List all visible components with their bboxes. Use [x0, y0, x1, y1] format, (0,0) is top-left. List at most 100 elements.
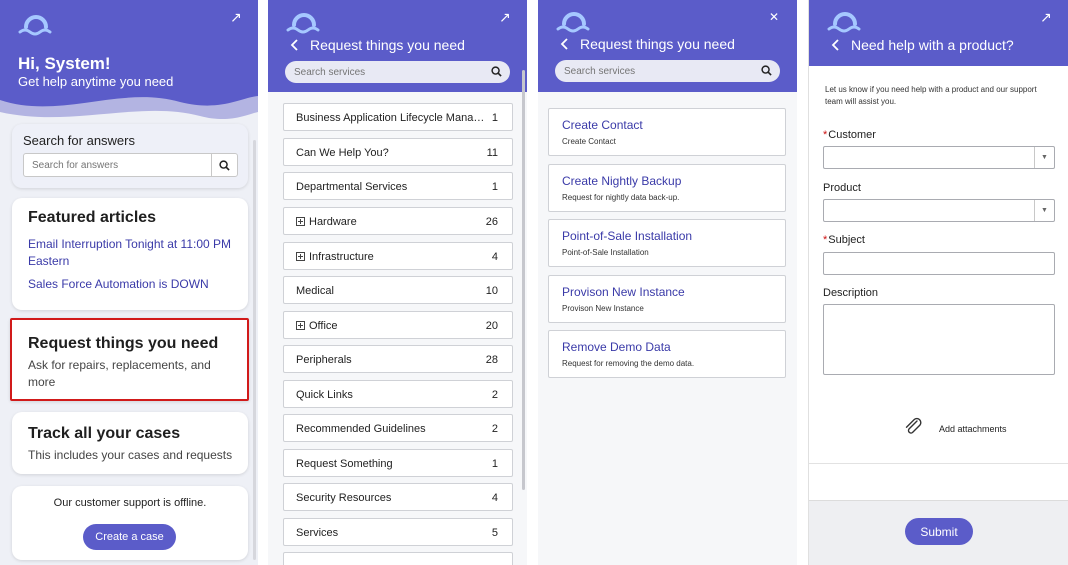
service-item-new-instance[interactable]: Provison New Instance Provison New Instan… [548, 275, 786, 323]
category-count: 5 [491, 527, 498, 539]
add-attachments-link[interactable]: Add attachments [939, 424, 1007, 434]
expand-plus-icon[interactable] [296, 321, 305, 330]
expand-plus-icon[interactable] [296, 217, 305, 226]
home-scrollbar[interactable] [253, 140, 256, 560]
form-divider [809, 463, 1068, 464]
category-item[interactable]: Services 5 [283, 518, 513, 546]
catalog-search-input[interactable] [285, 61, 475, 83]
category-label: Peripherals [296, 354, 352, 366]
description-textarea[interactable] [823, 304, 1055, 375]
category-item[interactable]: Security Resources 4 [283, 483, 513, 511]
search-answers-card: Search for answers [12, 124, 248, 188]
service-title: Point-of-Sale Installation [562, 229, 693, 243]
subject-label: *Subject [823, 234, 865, 246]
category-item[interactable]: Quick Links 2 [283, 380, 513, 408]
subject-input[interactable] [823, 252, 1055, 275]
category-item[interactable]: Infrastructure 4 [283, 242, 513, 270]
track-cases-card[interactable]: Track all your cases This includes your … [12, 412, 248, 474]
customer-select[interactable]: ▼ [823, 146, 1055, 169]
form-intro: Let us know if you need help with a prod… [825, 85, 1037, 106]
category-item[interactable]: Departmental Services 1 [283, 172, 513, 200]
category-label: Security Resources [296, 492, 392, 504]
service-title: Create Nightly Backup [562, 174, 682, 188]
category-count: 1 [491, 458, 498, 470]
required-marker: * [823, 234, 828, 246]
greeting-subtitle: Get help anytime you need [18, 74, 174, 89]
search-icon[interactable] [491, 66, 502, 77]
category-item[interactable]: Business Application Lifecycle Managemen… [283, 103, 513, 131]
service-desc: Point-of-Sale Installation [562, 248, 649, 257]
category-item-partial[interactable] [283, 552, 513, 565]
service-desc: Provison New Instance [562, 304, 644, 313]
track-cases-subtitle: This includes your cases and requests [28, 448, 233, 462]
service-desc: Request for nightly data back-up. [562, 193, 680, 202]
brand-logo-icon [18, 15, 52, 36]
category-count: 2 [491, 389, 498, 401]
expand-icon[interactable]: ↗ [230, 10, 244, 24]
featured-articles-card: Featured articles Email Interruption Ton… [12, 198, 248, 310]
search-answers-button[interactable] [211, 154, 237, 176]
category-label: Quick Links [296, 389, 353, 401]
catalog-title: Request things you need [310, 37, 465, 53]
search-answers-title: Search for answers [23, 133, 135, 148]
article-link-sales-force[interactable]: Sales Force Automation is DOWN [28, 276, 238, 293]
category-label: Office [309, 320, 338, 332]
service-item-create-contact[interactable]: Create Contact Create Contact [548, 108, 786, 156]
services-header: ✕ Request things you need [538, 0, 797, 92]
category-item[interactable]: Hardware 26 [283, 207, 513, 235]
form-header: ↗ Need help with a product? [809, 0, 1068, 66]
category-item[interactable]: Medical 10 [283, 276, 513, 304]
form-title: Need help with a product? [851, 37, 1014, 53]
service-item-nightly-backup[interactable]: Create Nightly Backup Request for nightly… [548, 164, 786, 212]
description-label: Description [823, 287, 879, 299]
customer-label: *Customer [823, 129, 876, 141]
search-icon[interactable] [761, 65, 772, 76]
create-case-button[interactable]: Create a case [83, 524, 176, 550]
category-count: 28 [485, 354, 498, 366]
catalog-header: ↗ Request things you need [268, 0, 527, 92]
category-count: 1 [491, 181, 498, 193]
close-icon[interactable]: ✕ [769, 10, 783, 24]
required-marker: * [823, 129, 828, 141]
article-link-email-interruption[interactable]: Email Interruption Tonight at 11:00 PM E… [28, 236, 238, 270]
expand-icon[interactable]: ↗ [1040, 10, 1054, 24]
support-status: Our customer support is offline. [53, 497, 207, 509]
paperclip-icon[interactable] [903, 417, 923, 435]
services-title: Request things you need [580, 36, 735, 52]
category-label: Can We Help You? [296, 147, 389, 159]
category-count: 4 [491, 492, 498, 504]
catalog-scrollbar[interactable] [522, 70, 525, 490]
submit-button[interactable]: Submit [905, 518, 973, 545]
back-chevron-icon[interactable] [829, 38, 843, 52]
service-item-pos-installation[interactable]: Point-of-Sale Installation Point-of-Sale … [548, 219, 786, 267]
category-item[interactable]: Office 20 [283, 311, 513, 339]
category-label: Recommended Guidelines [296, 423, 426, 435]
category-count: 20 [485, 320, 498, 332]
back-chevron-icon[interactable] [288, 38, 302, 52]
services-panel: ✕ Request things you need Create Contact… [538, 0, 797, 565]
service-title: Remove Demo Data [562, 340, 671, 354]
category-label: Departmental Services [296, 181, 408, 193]
request-things-subtitle: Ask for repairs, replacements, and more [28, 358, 211, 389]
category-item[interactable]: Peripherals 28 [283, 345, 513, 373]
category-item[interactable]: Recommended Guidelines 2 [283, 414, 513, 442]
category-item[interactable]: Can We Help You? 11 [283, 138, 513, 166]
expand-plus-icon[interactable] [296, 252, 305, 261]
services-search-input[interactable] [555, 60, 745, 82]
back-chevron-icon[interactable] [558, 37, 572, 51]
greeting-title: Hi, System! [18, 54, 111, 73]
service-item-remove-demo-data[interactable]: Remove Demo Data Request for removing the… [548, 330, 786, 378]
request-things-title: Request things you need [28, 335, 219, 352]
category-item[interactable]: Request Something 1 [283, 449, 513, 477]
brand-logo-icon [556, 12, 590, 33]
chevron-down-icon[interactable]: ▼ [1034, 147, 1054, 168]
chevron-down-icon[interactable]: ▼ [1034, 200, 1054, 221]
request-things-card[interactable]: Request things you need Ask for repairs,… [10, 318, 249, 401]
support-card: Our customer support is offline. Create … [12, 486, 248, 560]
product-select[interactable]: ▼ [823, 199, 1055, 222]
search-answers-input[interactable] [24, 154, 210, 176]
category-label: Business Application Lifecycle Managemen… [296, 112, 488, 124]
search-answers-box [23, 153, 238, 177]
expand-icon[interactable]: ↗ [499, 10, 513, 24]
category-count: 26 [485, 216, 498, 228]
